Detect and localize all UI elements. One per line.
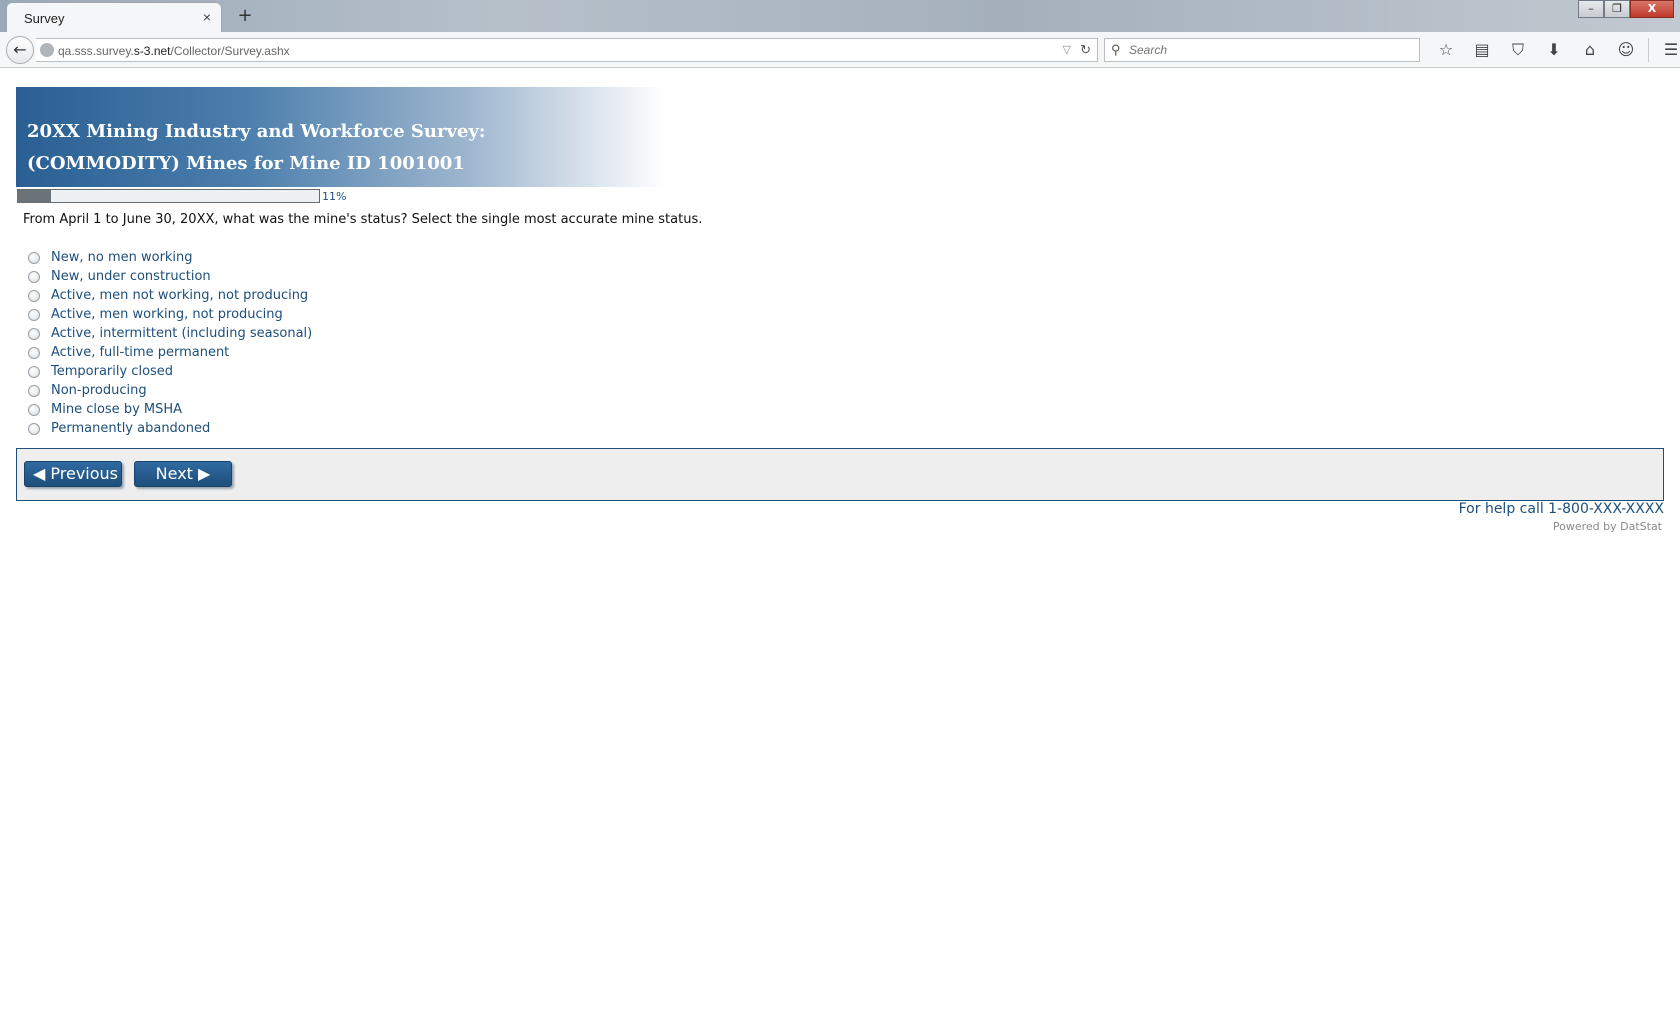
url-bar[interactable]: qa.sss.survey.s-3.net/Collector/Survey.a… — [36, 38, 1098, 62]
status-option[interactable]: Active, intermittent (including seasonal… — [28, 324, 312, 343]
navigation-panel: ◀ Previous Next ▶ — [16, 448, 1664, 501]
option-label: Active, intermittent (including seasonal… — [51, 326, 313, 341]
help-phone-text: For help call 1-800-XXX-XXXX — [1458, 501, 1664, 517]
minimize-button[interactable]: – — [1578, 0, 1604, 18]
download-icon[interactable]: ⬇ — [1536, 38, 1572, 62]
url-text: qa.sss.survey.s-3.net/Collector/Survey.a… — [58, 44, 290, 58]
status-option[interactable]: Mine close by MSHA — [28, 400, 312, 419]
option-label: New, no men working — [51, 250, 193, 265]
radio-button[interactable] — [28, 251, 40, 264]
menu-icon[interactable]: ☰ — [1653, 38, 1680, 62]
radio-button[interactable] — [28, 365, 40, 378]
status-option[interactable]: Temporarily closed — [28, 362, 312, 381]
home-icon[interactable]: ⌂ — [1572, 38, 1608, 62]
reading-list-icon[interactable]: ▤ — [1464, 38, 1500, 62]
radio-button[interactable] — [28, 289, 40, 302]
option-label: Active, men working, not producing — [51, 307, 283, 322]
pocket-icon[interactable]: ⛉ — [1500, 38, 1536, 62]
option-label: Mine close by MSHA — [51, 402, 183, 417]
progress-percent: 11% — [322, 190, 347, 203]
tab-title: Survey — [24, 11, 65, 26]
status-option[interactable]: Active, men working, not producing — [28, 305, 312, 324]
search-icon: ⚲ — [1111, 42, 1121, 57]
browser-titlebar: Survey × + – ❐ X — [0, 0, 1680, 32]
question-text: From April 1 to June 30, 20XX, what was … — [23, 212, 703, 227]
radio-button[interactable] — [28, 270, 40, 283]
option-label: Active, men not working, not producing — [51, 288, 309, 303]
tab-close-icon[interactable]: × — [203, 9, 211, 25]
radio-button[interactable] — [28, 403, 40, 416]
radio-button[interactable] — [28, 327, 40, 340]
progress-bar-fill — [18, 190, 52, 202]
survey-banner: 20XX Mining Industry and Workforce Surve… — [16, 87, 666, 187]
globe-icon — [40, 43, 54, 57]
url-path: /Collector/Survey.ashx — [170, 44, 290, 58]
window-controls: – ❐ X — [1578, 0, 1674, 20]
option-label: New, under construction — [51, 269, 211, 284]
survey-title-line2: (COMMODITY) Mines for Mine ID 1001001 — [27, 153, 465, 174]
survey-title-line1: 20XX Mining Industry and Workforce Surve… — [27, 121, 486, 142]
url-prefix: qa.sss.survey. — [58, 44, 134, 58]
status-option[interactable]: Active, men not working, not producing — [28, 286, 312, 305]
new-tab-button[interactable]: + — [234, 5, 256, 27]
status-option[interactable]: New, under construction — [28, 267, 312, 286]
star-icon[interactable]: ☆ — [1428, 38, 1464, 62]
search-bar[interactable]: ⚲ — [1104, 38, 1420, 62]
chat-icon[interactable]: ☺ — [1608, 38, 1644, 62]
powered-by-text: Powered by DatStat — [1552, 520, 1662, 533]
radio-button[interactable] — [28, 422, 40, 435]
maximize-button[interactable]: ❐ — [1604, 0, 1630, 18]
back-button[interactable]: ← — [6, 36, 34, 64]
reload-icon[interactable]: ↻ — [1080, 42, 1091, 58]
status-option[interactable]: New, no men working — [28, 248, 312, 267]
previous-button[interactable]: ◀ Previous — [24, 461, 122, 487]
toolbar-separator — [1648, 38, 1649, 62]
url-domain: s-3.net — [133, 44, 171, 58]
toolbar-icons: ☆ ▤ ⛉ ⬇ ⌂ ☺ ☰ — [1428, 38, 1680, 62]
search-input[interactable] — [1129, 41, 1409, 59]
option-label: Temporarily closed — [51, 364, 174, 379]
next-button[interactable]: Next ▶ — [134, 461, 232, 487]
status-option[interactable]: Non-producing — [28, 381, 312, 400]
status-options: New, no men working New, under construct… — [28, 248, 312, 438]
browser-tab[interactable]: Survey × — [6, 2, 222, 32]
radio-button[interactable] — [28, 384, 40, 397]
option-label: Non-producing — [51, 383, 147, 398]
history-dropdown-icon[interactable]: ▽ — [1063, 43, 1071, 56]
progress-bar — [17, 189, 320, 203]
radio-button[interactable] — [28, 308, 40, 321]
browser-navbar: ← qa.sss.survey.s-3.net/Collector/Survey… — [0, 32, 1680, 68]
option-label: Permanently abandoned — [51, 421, 211, 436]
status-option[interactable]: Permanently abandoned — [28, 419, 312, 438]
status-option[interactable]: Active, full-time permanent — [28, 343, 312, 362]
close-window-button[interactable]: X — [1630, 0, 1674, 18]
option-label: Active, full-time permanent — [51, 345, 230, 360]
back-arrow-icon: ← — [13, 40, 27, 59]
radio-button[interactable] — [28, 346, 40, 359]
